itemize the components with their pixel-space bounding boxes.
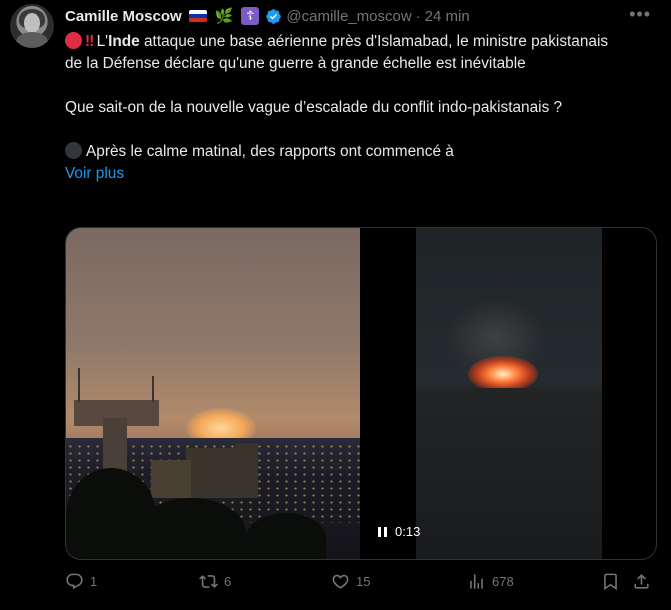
- verified-icon[interactable]: [265, 8, 282, 25]
- orthodox-cross-icon: ☦: [241, 7, 260, 25]
- avatar[interactable]: [10, 4, 54, 48]
- tweet-text: ‼ L'Inde attaque une base aérienne près …: [65, 31, 625, 185]
- reply-count: 1: [90, 574, 98, 589]
- author-name[interactable]: Camille Moscow: [65, 8, 182, 25]
- russia-flag-icon: [188, 10, 207, 22]
- bookmark-button[interactable]: [601, 572, 620, 591]
- show-more-link[interactable]: Voir plus: [65, 165, 124, 182]
- views-icon: [470, 574, 483, 589]
- video-frame-right: [416, 228, 602, 559]
- black-circle-icon: [65, 142, 82, 159]
- views-button[interactable]: 678: [467, 572, 514, 591]
- repost-count: 6: [224, 574, 232, 589]
- video-player[interactable]: 0:13: [65, 227, 657, 560]
- author-handle[interactable]: @camille_moscow: [286, 8, 411, 25]
- tweet-header: Camille Moscow 🌿 ☦ @camille_moscow · 24 …: [65, 6, 470, 26]
- tweet-line3: Après le calme matinal, des rapports ont…: [86, 143, 454, 160]
- share-button[interactable]: [632, 572, 651, 591]
- like-icon: [332, 574, 349, 589]
- more-icon[interactable]: •••: [629, 4, 651, 25]
- share-icon: [634, 574, 649, 589]
- bookmark-icon: [604, 573, 617, 591]
- repost-icon: [199, 575, 218, 588]
- separator-dot: ·: [415, 7, 421, 25]
- herb-emoji-icon: 🌿: [214, 8, 234, 25]
- repost-button[interactable]: 6: [199, 572, 231, 591]
- pause-icon[interactable]: [378, 526, 387, 537]
- views-count: 678: [492, 574, 514, 589]
- tweet-line1-bold: Inde: [108, 33, 140, 50]
- tweet-line2: Que sait-on de la nouvelle vague d’escal…: [65, 99, 563, 116]
- like-count: 15: [356, 574, 371, 589]
- like-button[interactable]: 15: [331, 572, 370, 591]
- video-time: 0:13: [395, 524, 421, 539]
- tweet-line1-rest: attaque une base aérienne près d'Islamab…: [65, 33, 609, 72]
- tweet-line1-prefix: L': [92, 33, 109, 50]
- action-bar: 1 6 15 678: [65, 572, 657, 596]
- player-controls[interactable]: 0:13: [378, 524, 420, 539]
- video-frame-left: [66, 228, 360, 559]
- reply-icon: [66, 573, 83, 590]
- reply-button[interactable]: 1: [65, 572, 97, 591]
- red-circle-icon: [65, 32, 82, 49]
- tweet-time[interactable]: 24 min: [425, 8, 470, 25]
